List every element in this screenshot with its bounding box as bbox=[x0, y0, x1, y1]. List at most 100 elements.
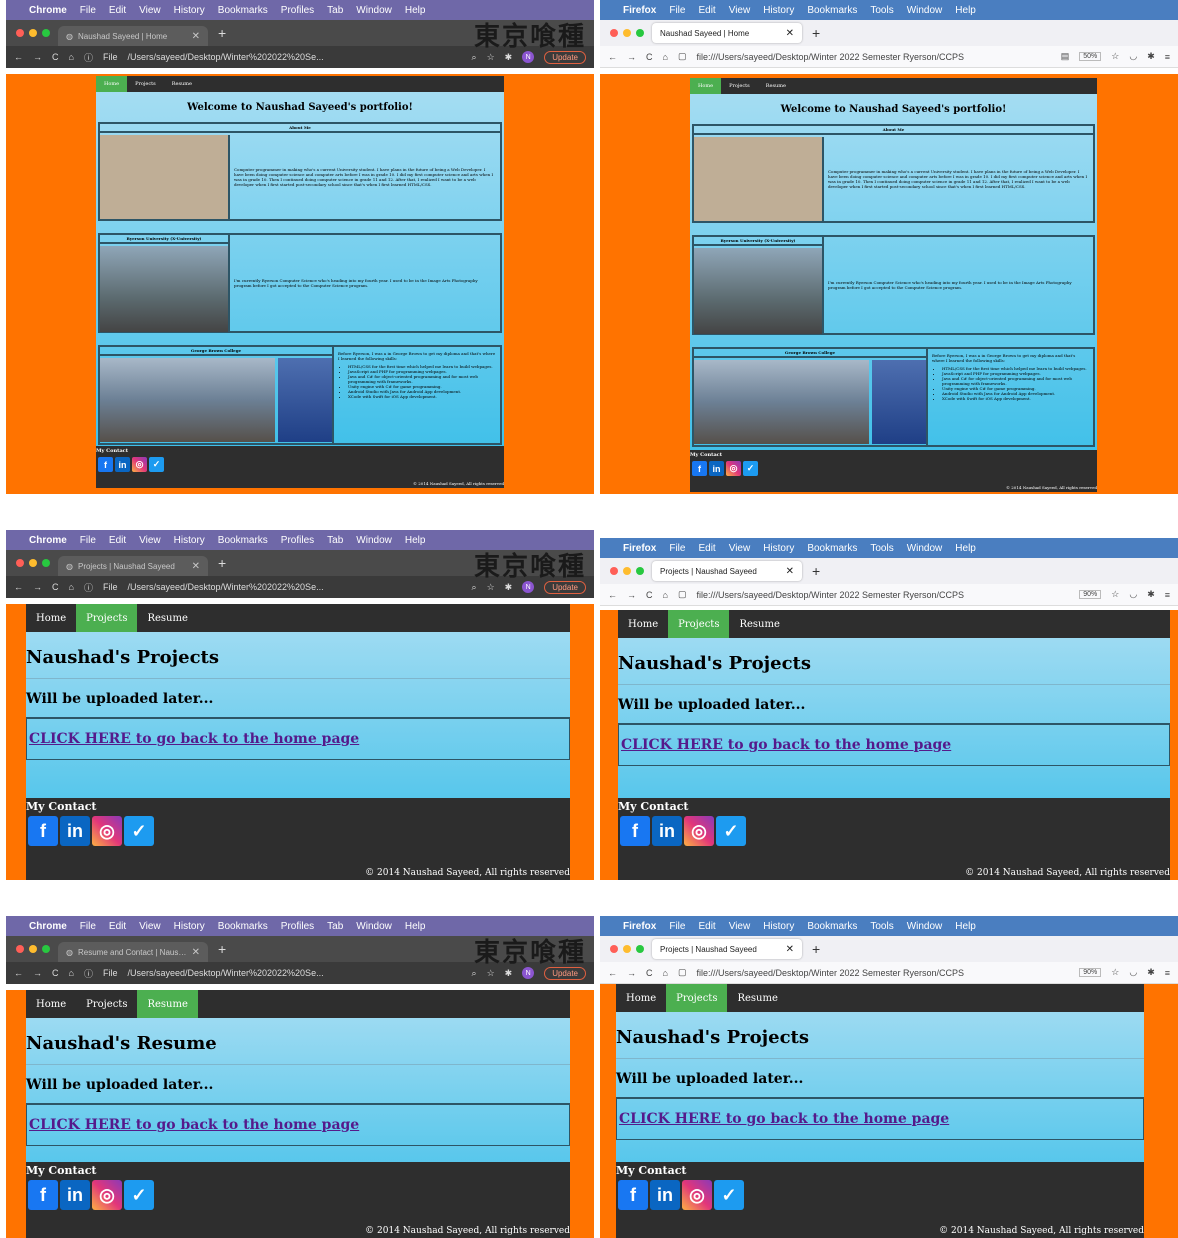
menu-history[interactable]: History bbox=[174, 921, 205, 932]
home-icon[interactable]: ⌂ bbox=[69, 582, 74, 592]
menu-icon[interactable]: ≡ bbox=[1165, 590, 1170, 600]
menu-tab[interactable]: Tab bbox=[327, 921, 343, 932]
menu-bookmarks[interactable]: Bookmarks bbox=[807, 921, 857, 932]
address-bar[interactable]: file:///Users/sayeed/Desktop/Winter 2022… bbox=[696, 52, 1050, 62]
zoom-window-button[interactable] bbox=[636, 567, 644, 575]
facebook-icon[interactable]: f bbox=[620, 816, 650, 846]
back-icon[interactable]: ← bbox=[608, 590, 617, 600]
browser-tab[interactable]: ◍ Naushad Sayeed | Home ✕ bbox=[58, 26, 208, 46]
menu-view[interactable]: View bbox=[729, 921, 751, 932]
nav-resume[interactable]: Resume bbox=[727, 984, 787, 1012]
menu-window[interactable]: Window bbox=[907, 5, 943, 16]
minimize-window-button[interactable] bbox=[29, 945, 37, 953]
instagram-icon[interactable]: ◎ bbox=[726, 461, 741, 476]
menu-tools[interactable]: Tools bbox=[870, 921, 893, 932]
extensions-icon[interactable]: ✱ bbox=[505, 52, 513, 63]
menu-file[interactable]: File bbox=[80, 535, 96, 546]
facebook-icon[interactable]: f bbox=[692, 461, 707, 476]
menu-window[interactable]: Window bbox=[356, 535, 392, 546]
twitter-icon[interactable]: ✓ bbox=[714, 1180, 744, 1210]
close-tab-icon[interactable]: ✕ bbox=[786, 944, 794, 955]
linkedin-icon[interactable]: in bbox=[709, 461, 724, 476]
menu-help[interactable]: Help bbox=[955, 543, 976, 554]
forward-icon[interactable]: → bbox=[627, 968, 636, 978]
menu-app[interactable]: Firefox bbox=[623, 5, 656, 16]
twitter-icon[interactable]: ✓ bbox=[743, 461, 758, 476]
reload-icon[interactable]: C bbox=[52, 52, 59, 62]
menu-view[interactable]: View bbox=[729, 5, 751, 16]
zoom-level[interactable]: 90% bbox=[1079, 590, 1102, 599]
address-bar[interactable]: /Users/sayeed/Desktop/Winter%202022%20Se… bbox=[127, 52, 461, 62]
menu-bookmarks[interactable]: Bookmarks bbox=[807, 543, 857, 554]
nav-projects[interactable]: Projects bbox=[721, 78, 758, 94]
back-home-link[interactable]: CLICK HERE to go back to the home page bbox=[616, 1098, 1144, 1140]
home-icon[interactable]: ⌂ bbox=[663, 968, 668, 978]
nav-home[interactable]: Home bbox=[616, 984, 666, 1012]
menu-edit[interactable]: Edit bbox=[698, 921, 715, 932]
instagram-icon[interactable]: ◎ bbox=[682, 1180, 712, 1210]
home-icon[interactable]: ⌂ bbox=[663, 590, 668, 600]
menu-edit[interactable]: Edit bbox=[109, 921, 126, 932]
menu-view[interactable]: View bbox=[139, 5, 161, 16]
menu-window[interactable]: Window bbox=[907, 921, 943, 932]
forward-icon[interactable]: → bbox=[33, 582, 42, 592]
minimize-window-button[interactable] bbox=[623, 29, 631, 37]
forward-icon[interactable]: → bbox=[627, 590, 636, 600]
back-icon[interactable]: ← bbox=[14, 582, 23, 592]
pocket-icon[interactable]: ◡ bbox=[1129, 51, 1137, 62]
minimize-window-button[interactable] bbox=[623, 945, 631, 953]
facebook-icon[interactable]: f bbox=[98, 457, 113, 472]
menu-help[interactable]: Help bbox=[405, 535, 426, 546]
facebook-icon[interactable]: f bbox=[618, 1180, 648, 1210]
menu-edit[interactable]: Edit bbox=[698, 543, 715, 554]
forward-icon[interactable]: → bbox=[627, 52, 636, 62]
facebook-icon[interactable]: f bbox=[28, 1180, 58, 1210]
menu-profiles[interactable]: Profiles bbox=[281, 5, 314, 16]
minimize-window-button[interactable] bbox=[623, 567, 631, 575]
menu-help[interactable]: Help bbox=[955, 921, 976, 932]
menu-app[interactable]: Firefox bbox=[623, 543, 656, 554]
close-tab-icon[interactable]: ✕ bbox=[192, 947, 200, 958]
extensions-icon[interactable]: ✱ bbox=[1147, 589, 1155, 600]
instagram-icon[interactable]: ◎ bbox=[92, 1180, 122, 1210]
reload-icon[interactable]: C bbox=[52, 582, 59, 592]
browser-tab[interactable]: ◍ Resume and Contact | Naushad ✕ bbox=[58, 942, 208, 962]
back-home-link[interactable]: CLICK HERE to go back to the home page bbox=[26, 1104, 570, 1146]
close-tab-icon[interactable]: ✕ bbox=[786, 28, 794, 39]
bookmark-star-icon[interactable]: ☆ bbox=[1111, 51, 1119, 62]
zoom-window-button[interactable] bbox=[42, 29, 50, 37]
menu-file[interactable]: File bbox=[669, 543, 685, 554]
twitter-icon[interactable]: ✓ bbox=[149, 457, 164, 472]
reload-icon[interactable]: C bbox=[646, 590, 653, 600]
menu-view[interactable]: View bbox=[729, 543, 751, 554]
menu-profiles[interactable]: Profiles bbox=[281, 535, 314, 546]
new-tab-button[interactable]: + bbox=[812, 941, 820, 957]
menu-icon[interactable]: ≡ bbox=[1165, 968, 1170, 978]
reader-icon[interactable]: ▤ bbox=[1061, 51, 1070, 62]
facebook-icon[interactable]: f bbox=[28, 816, 58, 846]
close-tab-icon[interactable]: ✕ bbox=[786, 566, 794, 577]
menu-view[interactable]: View bbox=[139, 535, 161, 546]
zoom-window-button[interactable] bbox=[42, 559, 50, 567]
extensions-icon[interactable]: ✱ bbox=[505, 582, 513, 593]
new-tab-button[interactable]: + bbox=[218, 25, 226, 41]
reload-icon[interactable]: C bbox=[646, 52, 653, 62]
menu-help[interactable]: Help bbox=[405, 5, 426, 16]
linkedin-icon[interactable]: in bbox=[60, 1180, 90, 1210]
new-tab-button[interactable]: + bbox=[218, 941, 226, 957]
home-icon[interactable]: ⌂ bbox=[69, 968, 74, 978]
menu-bookmarks[interactable]: Bookmarks bbox=[807, 5, 857, 16]
menu-edit[interactable]: Edit bbox=[109, 5, 126, 16]
linkedin-icon[interactable]: in bbox=[115, 457, 130, 472]
info-icon[interactable]: ⓘ bbox=[84, 967, 93, 980]
address-bar[interactable]: file:///Users/sayeed/Desktop/Winter 2022… bbox=[696, 590, 1069, 600]
new-tab-button[interactable]: + bbox=[812, 563, 820, 579]
close-window-button[interactable] bbox=[610, 945, 618, 953]
menu-tools[interactable]: Tools bbox=[870, 5, 893, 16]
forward-icon[interactable]: → bbox=[33, 52, 42, 62]
search-icon[interactable]: ⌕ bbox=[472, 968, 477, 979]
back-icon[interactable]: ← bbox=[14, 52, 23, 62]
bookmark-star-icon[interactable]: ☆ bbox=[1111, 589, 1119, 600]
nav-projects[interactable]: Projects bbox=[76, 604, 138, 632]
nav-resume[interactable]: Resume bbox=[137, 604, 197, 632]
